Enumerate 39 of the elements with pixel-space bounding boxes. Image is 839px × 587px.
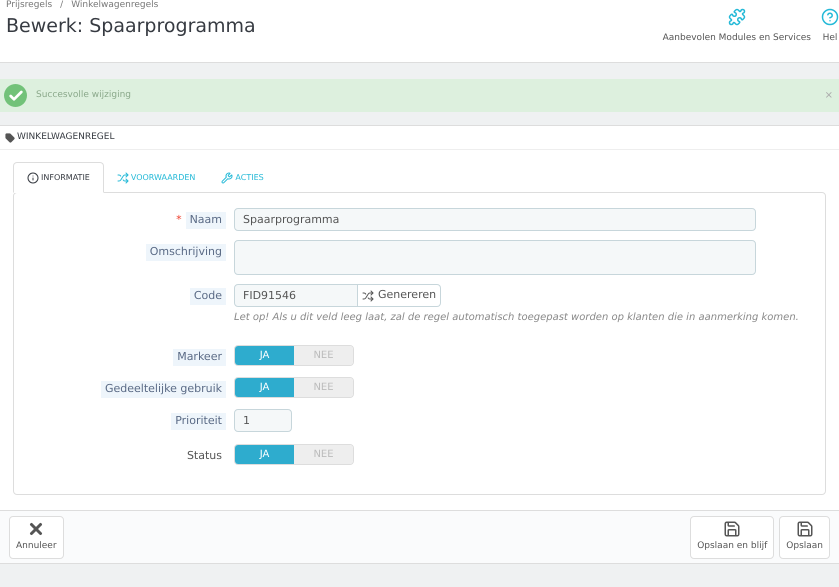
tab[interactable]: VOORWAARDEN (104, 162, 208, 193)
switch-option[interactable]: JA (235, 346, 294, 365)
info-icon (27, 172, 39, 184)
tag-icon (5, 132, 15, 142)
shuffle-icon (116, 172, 129, 184)
alert-message: Succesvolle wijziging (36, 88, 132, 102)
required-mark: * (176, 212, 182, 228)
field-label: Markeer (173, 349, 226, 366)
tab[interactable]: INFORMATIE (13, 162, 104, 193)
wrench-icon (221, 172, 234, 184)
name-input[interactable]: Spaarprogramma (234, 208, 756, 231)
panel-heading: WINKELWAGENREGEL (17, 130, 114, 144)
switch-option[interactable]: JA (235, 378, 294, 397)
save-button[interactable]: Opslaan en blijf (690, 516, 774, 558)
description-input[interactable] (234, 240, 756, 275)
switch-option[interactable]: JA (235, 445, 294, 464)
priority-input[interactable]: 1 (234, 409, 292, 432)
save-button[interactable]: Opslaan (779, 516, 830, 558)
breadcrumb-item[interactable]: / (60, 0, 64, 10)
field-label: Status (186, 448, 223, 464)
success-icon (4, 84, 27, 107)
tab[interactable]: ACTIES (208, 162, 277, 193)
field-label: Prioriteit (171, 413, 226, 430)
help-text: Let op! Als u dit veld leeg laat, zal de regel automatisch toegepast worden op klanten die in aanmerking komen. (234, 311, 799, 325)
field-label: Gedeeltelijke gebruik (100, 381, 226, 398)
shuffle-icon (362, 290, 374, 302)
toolbar-button[interactable]: Aanbevolen Modules en Services (662, 8, 811, 46)
help-icon (821, 8, 839, 26)
breadcrumb-item[interactable]: Prijsregels (6, 0, 52, 10)
field-label: Code (190, 288, 226, 304)
generate-button[interactable]: Genereren (358, 284, 442, 307)
breadcrumb-item[interactable]: Winkelwagenregels (71, 0, 158, 10)
field-label: Naam (186, 212, 226, 228)
toolbar-button[interactable]: Hel (821, 8, 839, 46)
puzzle-icon (728, 8, 746, 26)
field-label: Omschrijving (146, 244, 226, 260)
page-title: Bewerk: Spaarprogramma (6, 14, 256, 39)
code-input[interactable]: FID91546 (234, 284, 358, 307)
cancel-button[interactable]: Annuleer (9, 516, 64, 558)
